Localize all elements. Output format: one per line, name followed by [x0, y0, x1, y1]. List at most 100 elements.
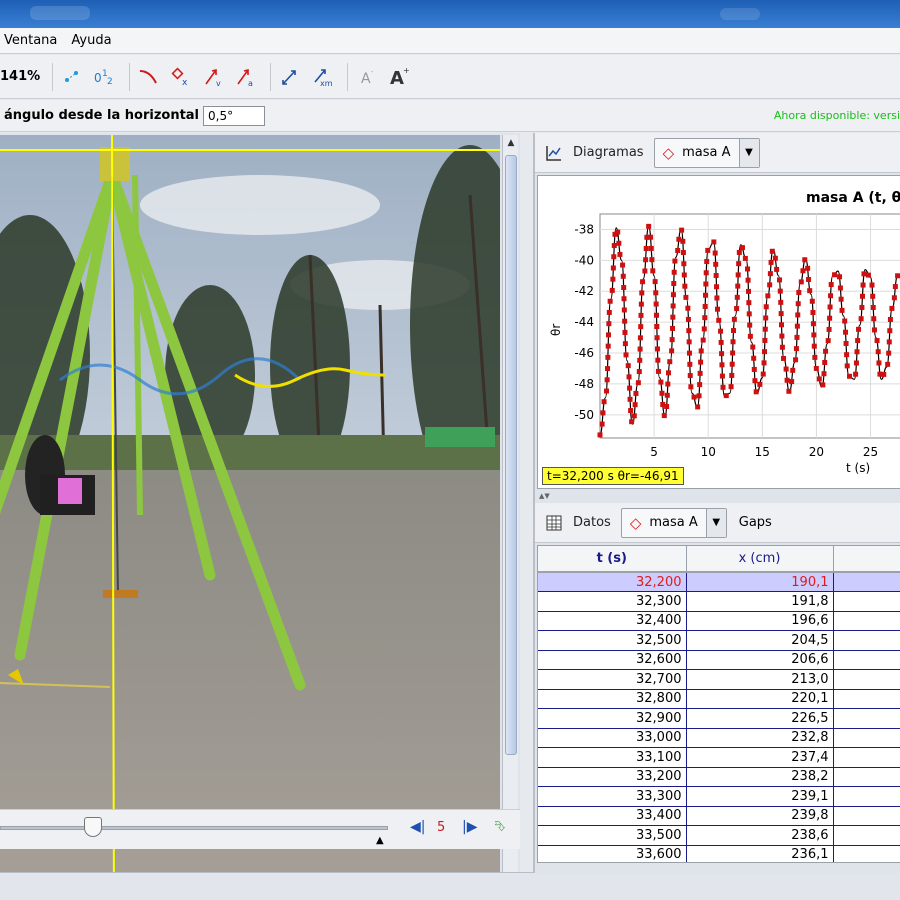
data-point[interactable]	[659, 390, 665, 396]
data-point[interactable]	[720, 384, 726, 390]
data-point[interactable]	[661, 413, 667, 419]
data-point[interactable]	[628, 408, 634, 414]
data-point[interactable]	[637, 335, 643, 341]
data-point[interactable]	[636, 369, 642, 375]
data-point[interactable]	[691, 394, 697, 400]
data-point[interactable]	[698, 359, 704, 365]
data-point[interactable]	[719, 351, 725, 357]
data-point[interactable]	[680, 250, 686, 256]
data-point[interactable]	[837, 285, 843, 291]
data-point[interactable]	[757, 381, 763, 387]
data-point[interactable]	[625, 363, 631, 369]
data-point[interactable]	[832, 272, 838, 278]
data-point[interactable]	[637, 357, 643, 363]
data-point[interactable]	[763, 304, 769, 310]
cell-t[interactable]: 32,600	[538, 650, 687, 670]
data-point[interactable]	[843, 340, 849, 346]
data-point[interactable]	[669, 348, 675, 354]
data-point[interactable]	[870, 293, 876, 299]
data-point[interactable]	[667, 359, 673, 365]
data-point[interactable]	[820, 382, 826, 388]
data-point[interactable]	[670, 314, 676, 320]
data-point[interactable]	[886, 350, 892, 356]
data-point[interactable]	[789, 379, 795, 385]
data-point[interactable]	[745, 266, 751, 272]
data-point[interactable]	[700, 337, 706, 343]
data-point[interactable]	[778, 322, 784, 328]
data-point[interactable]	[889, 305, 895, 311]
data-point[interactable]	[728, 384, 734, 390]
data-point[interactable]	[812, 354, 818, 360]
data-point[interactable]	[800, 268, 806, 274]
data-point[interactable]	[767, 271, 773, 277]
data-point[interactable]	[649, 257, 655, 263]
table-row[interactable]: 33,600 236,1	[538, 845, 900, 862]
data-point[interactable]	[601, 399, 607, 405]
data-point[interactable]	[627, 396, 633, 402]
cell-x[interactable]: 238,2	[686, 767, 834, 787]
data-point[interactable]	[750, 344, 756, 350]
data-point[interactable]	[718, 328, 724, 334]
cell-y[interactable]	[833, 611, 900, 631]
data-point[interactable]	[813, 365, 819, 371]
data-point[interactable]	[869, 282, 875, 288]
data-point[interactable]	[654, 312, 660, 318]
data-point[interactable]	[822, 359, 828, 365]
table-row[interactable]: 33,200 238,2	[538, 767, 900, 787]
data-point[interactable]	[809, 298, 815, 304]
plot-area[interactable]: masa A (t, θ -38 -40 -42 -44 -46 -48 -50 5 10 15 2…	[537, 175, 900, 489]
data-point[interactable]	[865, 272, 871, 278]
data-point[interactable]	[652, 279, 658, 285]
data-point[interactable]	[599, 421, 605, 427]
data-point[interactable]	[648, 234, 654, 240]
data-point[interactable]	[735, 283, 741, 289]
data-point[interactable]	[795, 301, 801, 307]
data-point[interactable]	[620, 273, 626, 279]
data-point[interactable]	[730, 339, 736, 345]
data-point[interactable]	[686, 339, 692, 345]
data-point[interactable]	[826, 326, 832, 332]
data-point[interactable]	[639, 290, 645, 296]
zoom-level[interactable]: 141%	[0, 62, 40, 92]
data-point[interactable]	[633, 390, 639, 396]
data-point[interactable]	[617, 251, 623, 257]
data-point[interactable]	[654, 346, 660, 352]
table-row[interactable]: 32,900 226,5	[538, 708, 900, 729]
plot-track-dropdown[interactable]: ◇ masa A ▼	[653, 137, 760, 168]
data-point[interactable]	[796, 289, 802, 295]
data-point[interactable]	[714, 284, 720, 290]
data-point[interactable]	[680, 238, 686, 244]
data-point[interactable]	[696, 393, 702, 399]
frame-slider-track[interactable]	[0, 826, 388, 830]
data-point[interactable]	[736, 249, 742, 255]
data-point[interactable]	[874, 338, 880, 344]
cell-x[interactable]: 239,1	[686, 786, 834, 807]
data-point[interactable]	[637, 346, 643, 352]
data-point[interactable]	[730, 350, 736, 356]
data-point[interactable]	[843, 329, 849, 335]
data-point[interactable]	[621, 307, 627, 313]
data-point[interactable]	[745, 277, 751, 283]
data-point[interactable]	[702, 315, 708, 321]
data-point[interactable]	[723, 393, 729, 399]
data-point[interactable]	[790, 367, 796, 373]
data-point[interactable]	[838, 296, 844, 302]
data-point[interactable]	[711, 239, 717, 245]
data-point[interactable]	[861, 271, 867, 277]
data-point[interactable]	[714, 295, 720, 301]
data-point[interactable]	[853, 360, 859, 366]
cell-y[interactable]	[833, 630, 900, 651]
data-point[interactable]	[855, 338, 861, 344]
data-point[interactable]	[713, 273, 719, 279]
data-point[interactable]	[685, 316, 691, 322]
data-point[interactable]	[807, 288, 813, 294]
cell-y[interactable]	[833, 689, 900, 709]
data-point[interactable]	[681, 272, 687, 278]
data-point[interactable]	[605, 343, 611, 349]
data-point[interactable]	[703, 281, 709, 287]
data-point[interactable]	[605, 354, 611, 360]
menu-ventana[interactable]: Ventana	[4, 33, 57, 48]
data-point[interactable]	[605, 332, 611, 338]
data-point[interactable]	[844, 352, 850, 358]
data-point[interactable]	[640, 279, 646, 285]
